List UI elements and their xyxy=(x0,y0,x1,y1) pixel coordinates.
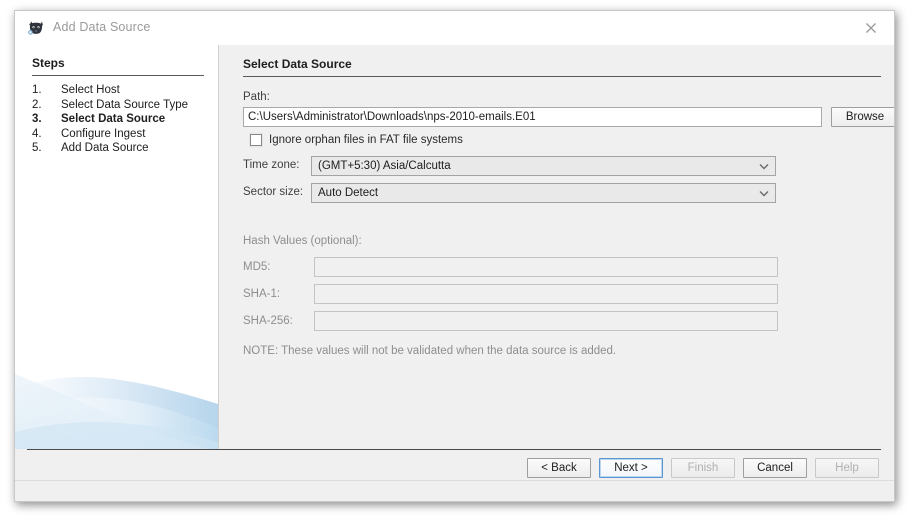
ignore-orphan-files-checkbox[interactable]: Ignore orphan files in FAT file systems xyxy=(250,134,463,146)
step-number: 4. xyxy=(32,127,42,140)
sha256-label: SHA-256: xyxy=(243,315,293,327)
content-panel: Select Data Source Path: C:\Users\Admini… xyxy=(219,45,894,449)
decorative-swoosh-graphic xyxy=(15,374,218,461)
step-item-2: 2. Select Data Source Type xyxy=(32,99,212,114)
sha256-input[interactable] xyxy=(314,311,778,331)
step-label: Select Data Source xyxy=(61,113,166,125)
hash-values-heading: Hash Values (optional): xyxy=(243,235,362,247)
ignore-orphan-files-label: Ignore orphan files in FAT file systems xyxy=(269,134,463,146)
step-item-3-current: 3. Select Data Source xyxy=(32,113,212,128)
sector-size-value: Auto Detect xyxy=(318,187,379,199)
step-label: Select Host xyxy=(61,84,120,96)
step-item-5: 5. Add Data Source xyxy=(32,142,212,157)
checkbox-box[interactable] xyxy=(250,134,262,146)
steps-heading: Steps xyxy=(32,56,65,70)
screenshot-root: Add Data Source Steps 1. Select Host 2. … xyxy=(0,0,911,516)
page-title-divider xyxy=(243,76,881,77)
close-icon[interactable] xyxy=(854,15,888,41)
dialog-body: Steps 1. Select Host 2. Select Data Sour… xyxy=(15,45,894,501)
timezone-label: Time zone: xyxy=(243,159,300,171)
hash-note: NOTE: These values will not be validated… xyxy=(243,345,617,357)
page-title: Select Data Source xyxy=(243,57,352,71)
cancel-button[interactable]: Cancel xyxy=(743,458,807,478)
md5-input[interactable] xyxy=(314,257,778,277)
timezone-value: (GMT+5:30) Asia/Calcutta xyxy=(318,160,451,172)
back-button[interactable]: < Back xyxy=(527,458,591,478)
dialog-title: Add Data Source xyxy=(53,20,151,34)
sha1-label: SHA-1: xyxy=(243,288,281,300)
step-number: 3. xyxy=(32,113,42,125)
steps-list: 1. Select Host 2. Select Data Source Typ… xyxy=(32,84,212,157)
step-number: 1. xyxy=(32,84,42,96)
chevron-down-icon[interactable] xyxy=(753,184,775,202)
autopsy-logo-icon xyxy=(27,20,45,37)
steps-divider xyxy=(32,75,204,76)
browse-button[interactable]: Browse xyxy=(831,107,894,127)
md5-label: MD5: xyxy=(243,261,271,273)
step-item-4: 4. Configure Ingest xyxy=(32,128,212,143)
sector-size-label: Sector size: xyxy=(243,186,304,198)
path-label: Path: xyxy=(243,91,270,103)
step-label: Configure Ingest xyxy=(61,127,146,140)
dialog-footer: < Back Next > Finish Cancel Help xyxy=(15,449,894,501)
timezone-select[interactable]: (GMT+5:30) Asia/Calcutta xyxy=(311,156,776,176)
dialog-titlebar: Add Data Source xyxy=(15,11,894,45)
steps-panel: Steps 1. Select Host 2. Select Data Sour… xyxy=(15,45,218,501)
step-number: 5. xyxy=(32,142,42,154)
finish-button: Finish xyxy=(671,458,735,478)
step-number: 2. xyxy=(32,98,42,111)
step-item-1: 1. Select Host xyxy=(32,84,212,99)
sha1-input[interactable] xyxy=(314,284,778,304)
next-button[interactable]: Next > xyxy=(599,458,663,478)
add-data-source-dialog: Add Data Source Steps 1. Select Host 2. … xyxy=(14,10,895,502)
footer-divider-light xyxy=(15,480,894,481)
path-input[interactable]: C:\Users\Administrator\Downloads\nps-201… xyxy=(243,107,822,127)
chevron-down-icon[interactable] xyxy=(753,157,775,175)
footer-divider xyxy=(27,449,881,450)
sector-size-select[interactable]: Auto Detect xyxy=(311,183,776,203)
step-label: Select Data Source Type xyxy=(61,98,188,111)
step-label: Add Data Source xyxy=(61,142,149,154)
help-button: Help xyxy=(815,458,879,478)
